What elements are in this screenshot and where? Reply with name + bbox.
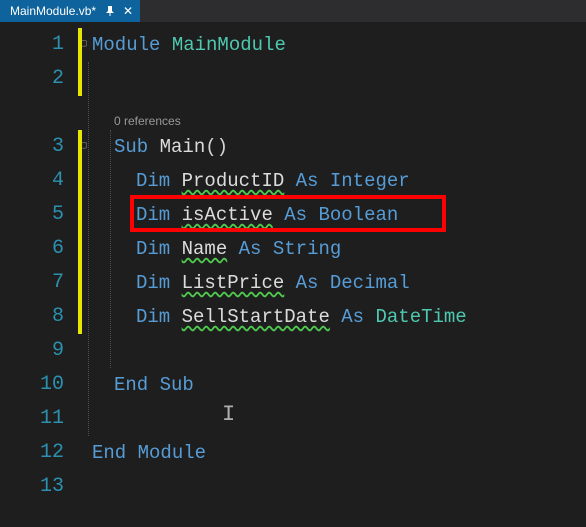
type-name: MainModule bbox=[172, 34, 286, 56]
code-editor[interactable]: 1▢ 2 3▢ 4 5 6 7 8 9 10 11 12 13 Module M… bbox=[0, 22, 586, 527]
code-line[interactable] bbox=[78, 62, 586, 96]
keyword: Sub bbox=[114, 136, 148, 158]
line-number: 3▢ bbox=[0, 130, 78, 164]
type-name: Boolean bbox=[318, 204, 398, 226]
identifier: Main bbox=[160, 136, 206, 158]
code-line[interactable]: Dim isActive As Boolean bbox=[78, 198, 586, 232]
identifier: isActive bbox=[182, 204, 273, 226]
keyword: Dim bbox=[136, 272, 170, 294]
line-number: 5 bbox=[0, 198, 78, 232]
code-line[interactable]: Dim ListPrice As Decimal bbox=[78, 266, 586, 300]
line-number: 1▢ bbox=[0, 28, 78, 62]
code-line[interactable]: Sub Main() bbox=[78, 130, 586, 164]
code-line[interactable]: End Module bbox=[78, 436, 586, 470]
keyword: Dim bbox=[136, 170, 170, 192]
type-name: DateTime bbox=[375, 306, 466, 328]
keyword: As bbox=[296, 170, 319, 192]
keyword: As bbox=[296, 272, 319, 294]
keyword: As bbox=[239, 238, 262, 260]
code-line[interactable]: Dim Name As String bbox=[78, 232, 586, 266]
line-number: 7 bbox=[0, 266, 78, 300]
codelens[interactable]: 0 references bbox=[78, 96, 586, 130]
codelens-spacer bbox=[0, 96, 78, 130]
type-name: Decimal bbox=[330, 272, 410, 294]
code-line[interactable]: Dim ProductID As Integer bbox=[78, 164, 586, 198]
line-number: 6 bbox=[0, 232, 78, 266]
keyword: Module bbox=[92, 34, 160, 56]
codelens-text: 0 references bbox=[114, 114, 181, 128]
keyword: Dim bbox=[136, 204, 170, 226]
identifier: ListPrice bbox=[182, 272, 285, 294]
tab-title: MainModule.vb* bbox=[10, 4, 96, 18]
line-number: 11 bbox=[0, 402, 78, 436]
text-cursor-icon: I bbox=[222, 404, 223, 426]
line-number: 12 bbox=[0, 436, 78, 470]
type-name: String bbox=[273, 238, 341, 260]
keyword: As bbox=[284, 204, 307, 226]
line-number: 8 bbox=[0, 300, 78, 334]
line-number: 4 bbox=[0, 164, 78, 198]
line-number: 10 bbox=[0, 368, 78, 402]
tab-actions: ✕ bbox=[104, 5, 134, 17]
code-line[interactable] bbox=[78, 402, 586, 436]
line-number: 2 bbox=[0, 62, 78, 96]
identifier: Name bbox=[182, 238, 228, 260]
pin-icon[interactable] bbox=[104, 5, 116, 17]
identifier: SellStartDate bbox=[182, 306, 330, 328]
line-number-gutter: 1▢ 2 3▢ 4 5 6 7 8 9 10 11 12 13 bbox=[0, 22, 78, 527]
punctuation: ) bbox=[217, 136, 228, 158]
code-line[interactable] bbox=[78, 470, 586, 504]
code-line[interactable]: Module MainModule bbox=[78, 28, 586, 62]
keyword: Dim bbox=[136, 306, 170, 328]
keyword: End bbox=[92, 442, 126, 464]
tab-bar: MainModule.vb* ✕ bbox=[0, 0, 586, 22]
active-file-tab[interactable]: MainModule.vb* ✕ bbox=[0, 0, 140, 22]
code-line[interactable]: Dim SellStartDate As DateTime bbox=[78, 300, 586, 334]
code-text-area[interactable]: Module MainModule 0 references Sub Main(… bbox=[78, 22, 586, 527]
keyword: Module bbox=[138, 442, 206, 464]
identifier: ProductID bbox=[182, 170, 285, 192]
keyword: Dim bbox=[136, 238, 170, 260]
punctuation: ( bbox=[205, 136, 216, 158]
line-number: 13 bbox=[0, 470, 78, 504]
type-name: Integer bbox=[330, 170, 410, 192]
keyword: Sub bbox=[160, 374, 194, 396]
close-icon[interactable]: ✕ bbox=[122, 5, 134, 17]
keyword: As bbox=[341, 306, 364, 328]
code-line[interactable] bbox=[78, 334, 586, 368]
code-line[interactable]: End Sub bbox=[78, 368, 586, 402]
keyword: End bbox=[114, 374, 148, 396]
line-number: 9 bbox=[0, 334, 78, 368]
